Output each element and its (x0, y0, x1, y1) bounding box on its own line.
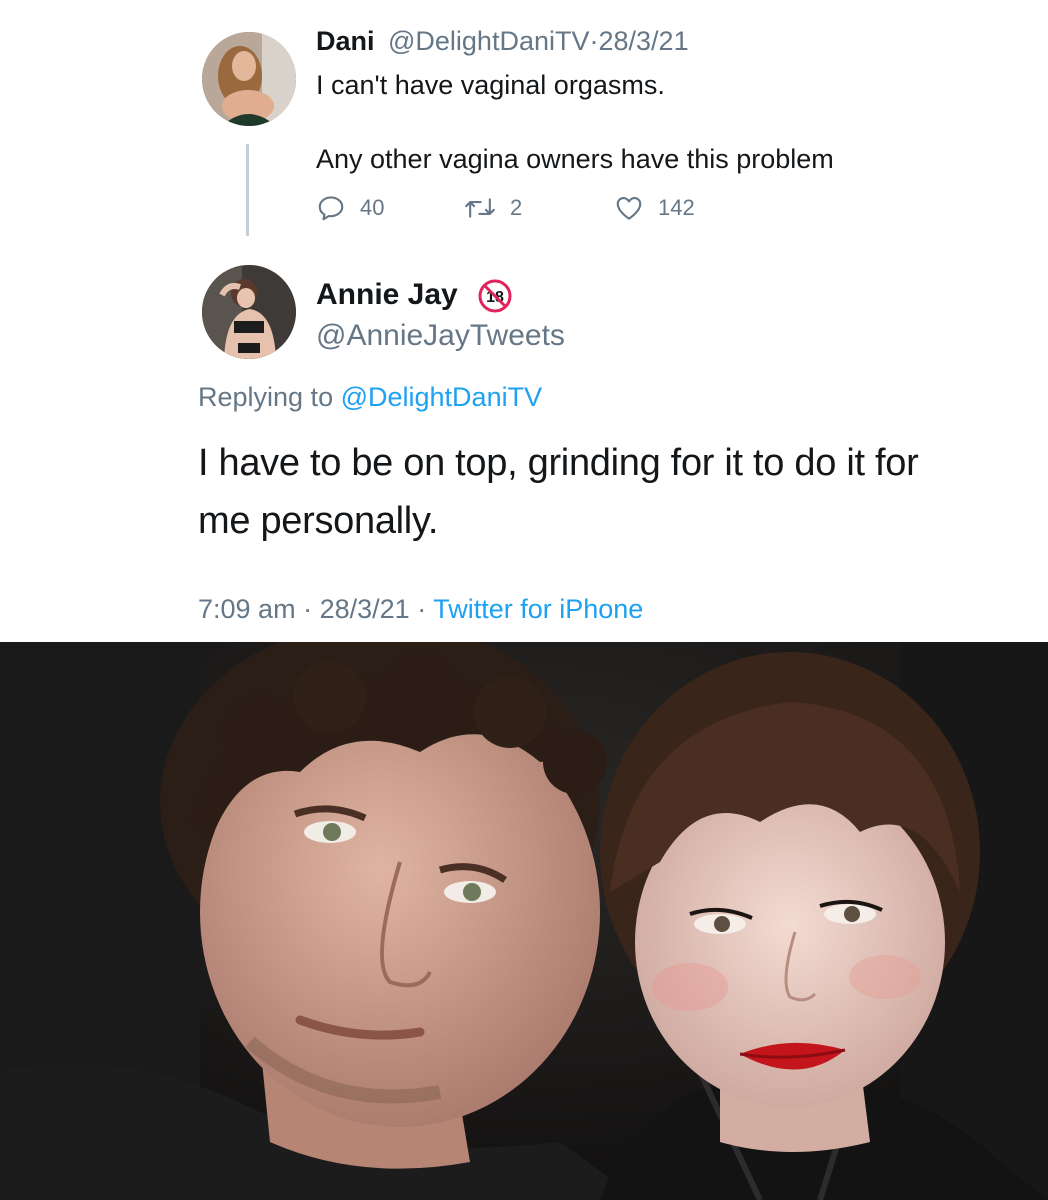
reply-button[interactable]: 40 (316, 193, 384, 223)
footer-separator-1: · (303, 594, 313, 624)
annie-handle[interactable]: @AnnieJayTweets (316, 319, 565, 353)
selfie-photo (0, 642, 1048, 1200)
reply-date[interactable]: 28/3/21 (320, 594, 410, 624)
reply-icon (318, 196, 344, 221)
dani-avatar[interactable] (202, 32, 296, 126)
meta-separator: · (589, 26, 599, 56)
screenshot-canvas: Dani @DelightDaniTV·28/3/21 I can't have… (0, 0, 1048, 1200)
reply-tweet-footer: 7:09 am · 28/3/21 · Twitter for iPhone (198, 594, 643, 625)
annie-display-name[interactable]: Annie Jay (316, 278, 458, 312)
dani-date[interactable]: 28/3/21 (599, 26, 689, 56)
retweet-count: 2 (510, 195, 523, 220)
dani-handle[interactable]: @DelightDaniTV (388, 26, 590, 56)
retweet-button[interactable]: 2 (464, 193, 522, 223)
like-icon (616, 196, 642, 220)
like-button[interactable]: 142 (614, 193, 695, 223)
tweet-client-link[interactable]: Twitter for iPhone (433, 594, 643, 624)
tweet-thread: Dani @DelightDaniTV·28/3/21 I can't have… (0, 0, 1048, 642)
retweet-icon (465, 198, 495, 218)
replying-prefix: Replying to (198, 382, 341, 412)
reply-time[interactable]: 7:09 am (198, 594, 296, 624)
dani-tweet-line2: Any other vagina owners have this proble… (316, 144, 834, 174)
like-count: 142 (658, 195, 695, 220)
footer-separator-2: · (417, 594, 427, 624)
adult-content-badge: 18 (478, 279, 512, 313)
replying-to-line: Replying to @DelightDaniTV (198, 382, 542, 413)
thread-connector-line (246, 144, 249, 236)
dani-tweet-line1: I can't have vaginal orgasms. (316, 70, 665, 100)
dani-display-name[interactable]: Dani (316, 26, 375, 57)
replying-handle-link[interactable]: @DelightDaniTV (341, 382, 543, 412)
dani-handle-date: @DelightDaniTV·28/3/21 (388, 26, 689, 57)
reply-count: 40 (360, 195, 385, 220)
reply-tweet-body: I have to be on top, grinding for it to … (198, 442, 919, 542)
annie-avatar[interactable] (202, 265, 296, 359)
